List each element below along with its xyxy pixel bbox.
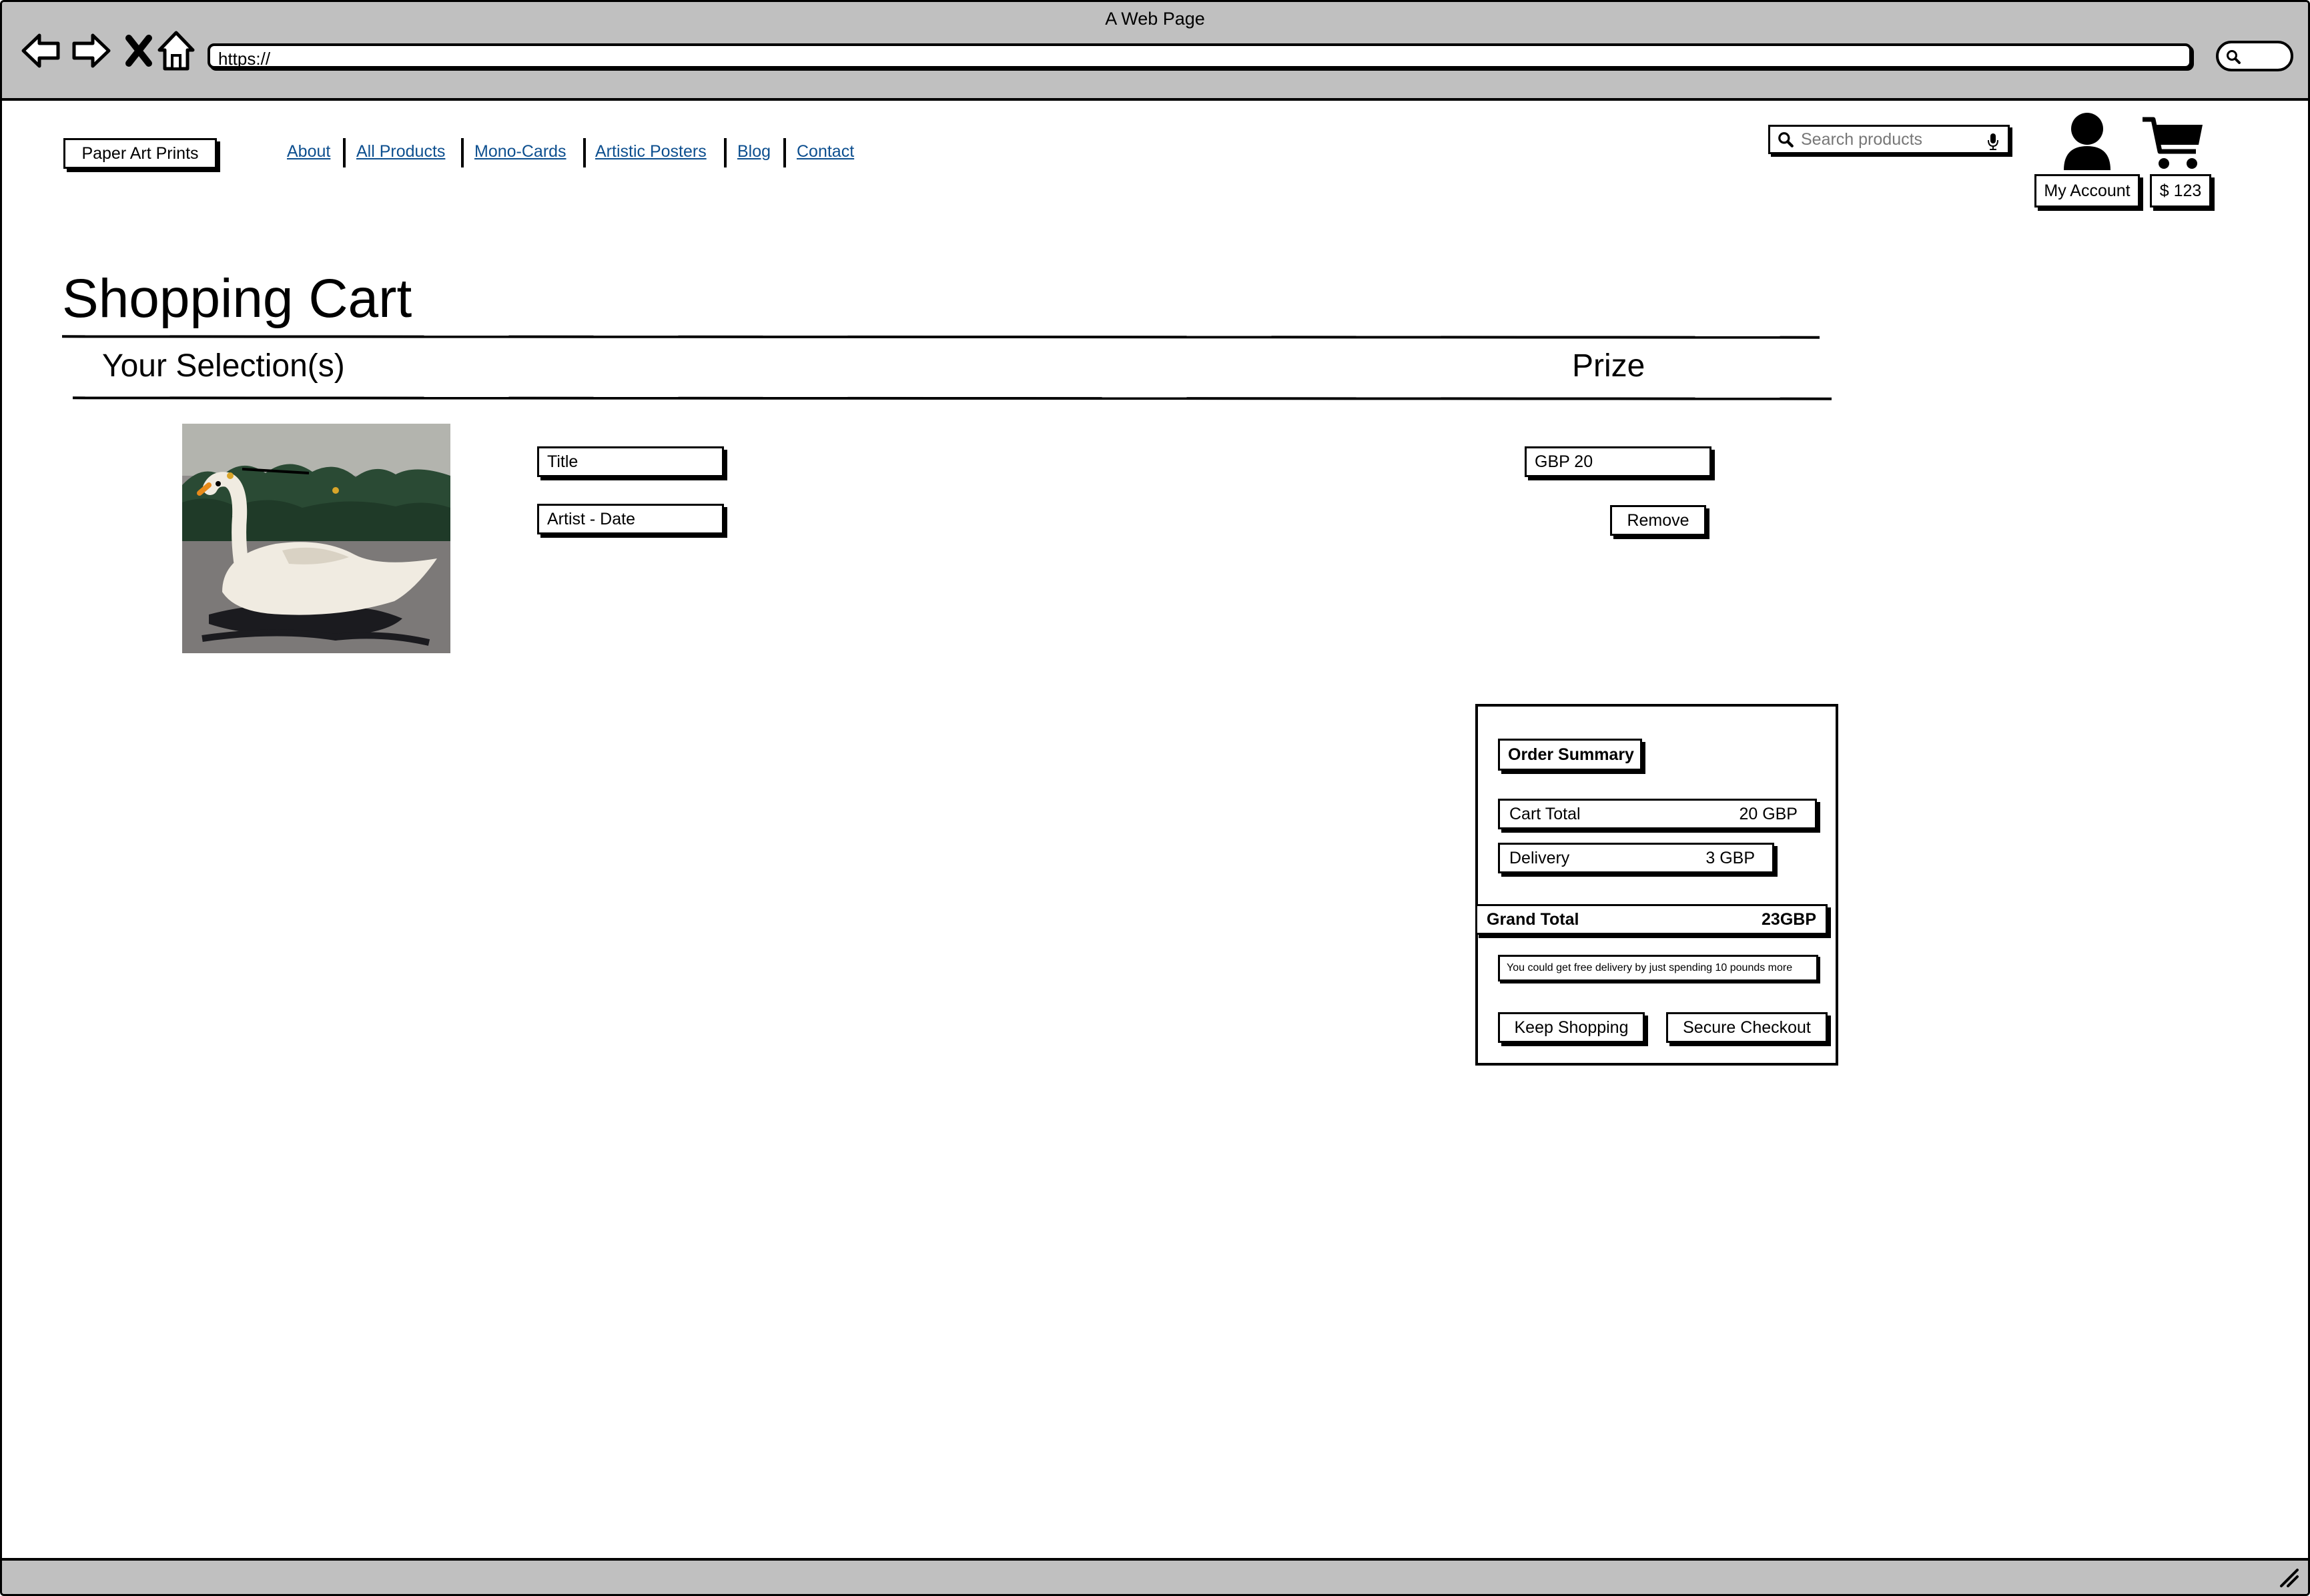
delivery-row: Delivery 3 GBP <box>1498 843 1774 873</box>
selection-heading: Your Selection(s) <box>102 348 345 384</box>
price-heading: Prize <box>1572 348 1645 384</box>
nav-separator <box>343 138 346 167</box>
delivery-label: Delivery <box>1509 848 1570 867</box>
cart-total-label: Cart Total <box>1509 804 1581 823</box>
nav-all-products[interactable]: All Products <box>356 142 445 161</box>
header-divider <box>72 396 1832 400</box>
item-artist-date-field[interactable]: Artist - Date <box>537 504 724 534</box>
grand-total-value: 23GBP <box>1762 909 1816 929</box>
nav-mono-cards[interactable]: Mono-Cards <box>474 142 566 161</box>
window-title: A Web Page <box>1105 9 1205 29</box>
nav-blog[interactable]: Blog <box>737 142 771 161</box>
search-icon <box>2227 50 2241 64</box>
cart-total-row: Cart Total 20 GBP <box>1498 799 1817 829</box>
grand-total-row: Grand Total 23GBP <box>1475 904 1828 935</box>
nav-separator <box>583 138 586 167</box>
cart-total-badge[interactable]: $ 123 <box>2150 174 2211 208</box>
nav-contact[interactable]: Contact <box>797 142 854 161</box>
nav-artistic-posters[interactable]: Artistic Posters <box>595 142 707 161</box>
product-search-input[interactable]: Search products <box>1768 125 2010 154</box>
secure-checkout-button[interactable]: Secure Checkout <box>1666 1012 1828 1043</box>
grand-total-label: Grand Total <box>1487 909 1579 929</box>
browser-window: A Web Page https:// Paper Art Prints Abo… <box>0 0 2310 1596</box>
page-title: Shopping Cart <box>62 268 412 329</box>
cart-total-value: 20 GBP <box>1739 804 1798 823</box>
search-placeholder: Search products <box>1801 129 1923 149</box>
browser-search-field[interactable] <box>2216 41 2293 71</box>
arrow-right-icon[interactable] <box>69 29 113 73</box>
user-icon[interactable] <box>2061 111 2113 171</box>
item-price-field[interactable]: GBP 20 <box>1525 446 1711 477</box>
free-delivery-note: You could get free delivery by just spen… <box>1498 955 1818 981</box>
search-icon <box>1778 132 1794 147</box>
order-summary-heading: Order Summary <box>1498 739 1642 771</box>
resize-grip-icon[interactable] <box>2277 1566 2300 1589</box>
cart-icon[interactable] <box>2141 115 2205 171</box>
status-bar <box>2 1558 2308 1594</box>
product-image[interactable] <box>182 424 450 653</box>
microphone-icon[interactable] <box>1986 132 2000 151</box>
nav-about[interactable]: About <box>287 142 330 161</box>
site-logo[interactable]: Paper Art Prints <box>63 138 217 169</box>
delivery-value: 3 GBP <box>1705 848 1755 867</box>
home-icon[interactable] <box>154 29 198 73</box>
keep-shopping-button[interactable]: Keep Shopping <box>1498 1012 1645 1043</box>
nav-separator <box>783 138 786 167</box>
remove-button[interactable]: Remove <box>1610 505 1706 536</box>
address-bar[interactable]: https:// <box>208 43 2192 69</box>
browser-toolbar: A Web Page https:// <box>2 2 2308 101</box>
order-summary-panel: Order Summary Cart Total 20 GBP Delivery… <box>1475 704 1838 1066</box>
nav-separator <box>461 138 464 167</box>
arrow-left-icon[interactable] <box>19 29 63 73</box>
title-divider <box>61 335 1820 339</box>
nav-separator <box>724 138 727 167</box>
my-account-button[interactable]: My Account <box>2034 174 2140 208</box>
item-title-field[interactable]: Title <box>537 446 724 477</box>
